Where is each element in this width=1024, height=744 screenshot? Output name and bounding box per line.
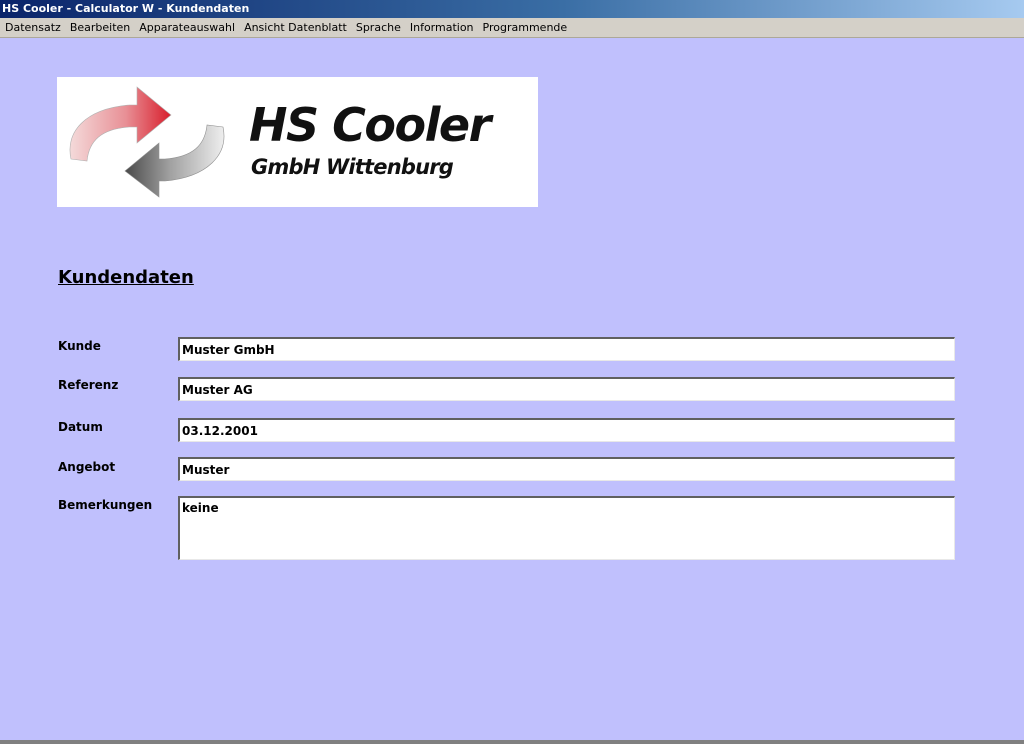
bemerkungen-label: Bemerkungen	[58, 498, 153, 512]
angebot-label: Angebot	[58, 460, 116, 474]
referenz-label: Referenz	[58, 378, 119, 392]
bemerkungen-field[interactable]: keine	[178, 496, 955, 560]
logo-title: HS Cooler	[249, 98, 491, 152]
page-title: Kundendaten	[58, 267, 194, 288]
menu-sprache[interactable]: Sprache	[351, 18, 405, 37]
angebot-field[interactable]	[178, 457, 955, 481]
logo-subtitle: GmbH Wittenburg	[251, 155, 454, 179]
menu-bearbeiten[interactable]: Bearbeiten	[65, 18, 134, 37]
referenz-field[interactable]	[178, 377, 955, 401]
window-title: HS Cooler - Calculator W - Kundendaten	[0, 0, 1024, 18]
datum-field[interactable]	[178, 418, 955, 442]
menu-apparateauswahl[interactable]: Apparateauswahl	[134, 18, 239, 37]
kunde-field[interactable]	[178, 337, 955, 361]
main-content: HS Cooler GmbH Wittenburg Kundendaten Ku…	[0, 38, 1024, 740]
menu-bar: Datensatz Bearbeiten Apparateauswahl Ansich…	[0, 18, 1024, 38]
menu-programmende[interactable]: Programmende	[478, 18, 572, 37]
menu-datensatz[interactable]: Datensatz	[0, 18, 65, 37]
menu-information[interactable]: Information	[405, 18, 478, 37]
menu-ansicht-datenblatt[interactable]: Ansicht Datenblatt	[239, 18, 351, 37]
datum-label: Datum	[58, 420, 103, 434]
circular-arrows-icon	[69, 86, 225, 198]
window-bottom-edge	[0, 740, 1024, 744]
company-logo: HS Cooler GmbH Wittenburg	[57, 77, 538, 207]
kunde-label: Kunde	[58, 339, 101, 353]
